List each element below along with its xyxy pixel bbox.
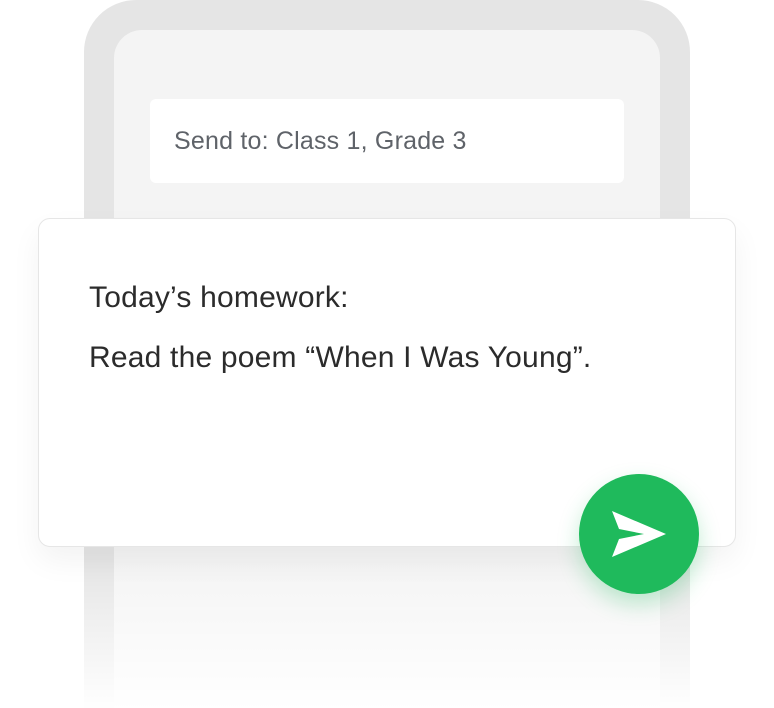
send-button[interactable]	[579, 474, 699, 594]
compose-stage: Send to: Class 1, Grade 3 Today’s homewo…	[0, 0, 774, 708]
recipient-text: Send to: Class 1, Grade 3	[174, 126, 467, 155]
send-icon	[610, 509, 668, 559]
message-line-2: Read the poem “When I Was Young”.	[89, 341, 592, 374]
message-line-1: Today’s homework:	[89, 281, 349, 314]
recipient-field[interactable]: Send to: Class 1, Grade 3	[150, 99, 624, 183]
